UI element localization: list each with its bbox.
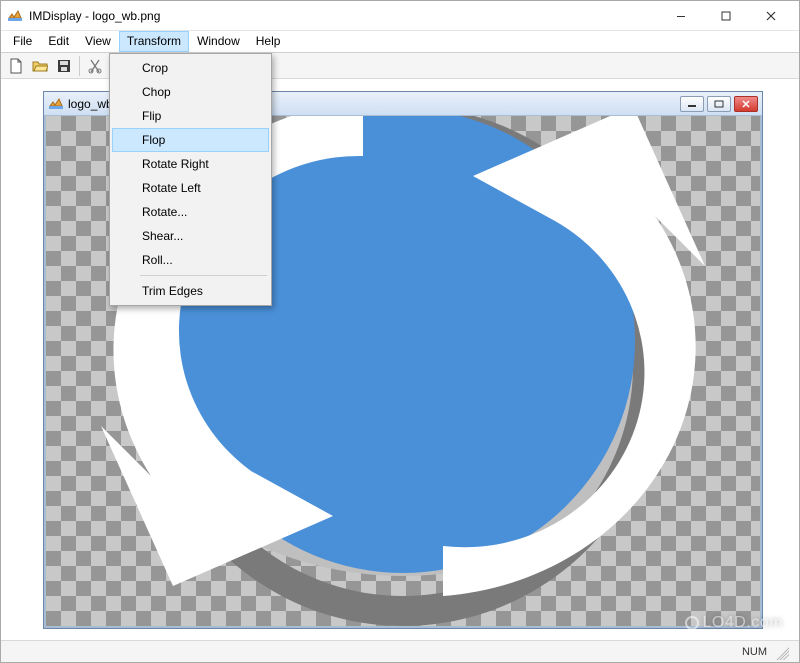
status-num-indicator: NUM (742, 646, 767, 658)
menu-trim-edges[interactable]: Trim Edges (112, 279, 269, 303)
new-file-button[interactable] (5, 55, 27, 77)
menu-chop[interactable]: Chop (112, 80, 269, 104)
document-window-controls (680, 96, 758, 112)
menu-window[interactable]: Window (189, 31, 248, 52)
minimize-button[interactable] (658, 2, 703, 30)
transform-menu: Crop Chop Flip Flop Rotate Right Rotate … (109, 53, 272, 306)
toolbar-separator (79, 56, 80, 76)
cut-button[interactable] (84, 55, 106, 77)
app-icon (7, 8, 23, 24)
document-icon (48, 96, 64, 112)
menu-edit[interactable]: Edit (40, 31, 77, 52)
menu-flop[interactable]: Flop (112, 128, 269, 152)
menu-help[interactable]: Help (248, 31, 289, 52)
open-file-button[interactable] (29, 55, 51, 77)
save-button[interactable] (53, 55, 75, 77)
doc-close-button[interactable] (734, 96, 758, 112)
menu-rotate[interactable]: Rotate... (112, 200, 269, 224)
menubar: File Edit View Transform Window Help (1, 31, 799, 53)
menu-crop[interactable]: Crop (112, 56, 269, 80)
doc-maximize-button[interactable] (707, 96, 731, 112)
app-window: IMDisplay - logo_wb.png File Edit View T… (0, 0, 800, 663)
titlebar: IMDisplay - logo_wb.png (1, 1, 799, 31)
menu-rotate-right[interactable]: Rotate Right (112, 152, 269, 176)
doc-minimize-button[interactable] (680, 96, 704, 112)
menu-separator (140, 275, 267, 276)
window-title: IMDisplay - logo_wb.png (29, 9, 658, 23)
close-button[interactable] (748, 2, 793, 30)
statusbar: NUM (1, 640, 799, 662)
menu-flip[interactable]: Flip (112, 104, 269, 128)
menu-view[interactable]: View (77, 31, 119, 52)
maximize-button[interactable] (703, 2, 748, 30)
menu-file[interactable]: File (5, 31, 40, 52)
resize-grip[interactable] (773, 644, 789, 660)
window-controls (658, 2, 793, 30)
menu-rotate-left[interactable]: Rotate Left (112, 176, 269, 200)
menu-transform[interactable]: Transform (119, 31, 189, 52)
menu-roll[interactable]: Roll... (112, 248, 269, 272)
menu-shear[interactable]: Shear... (112, 224, 269, 248)
